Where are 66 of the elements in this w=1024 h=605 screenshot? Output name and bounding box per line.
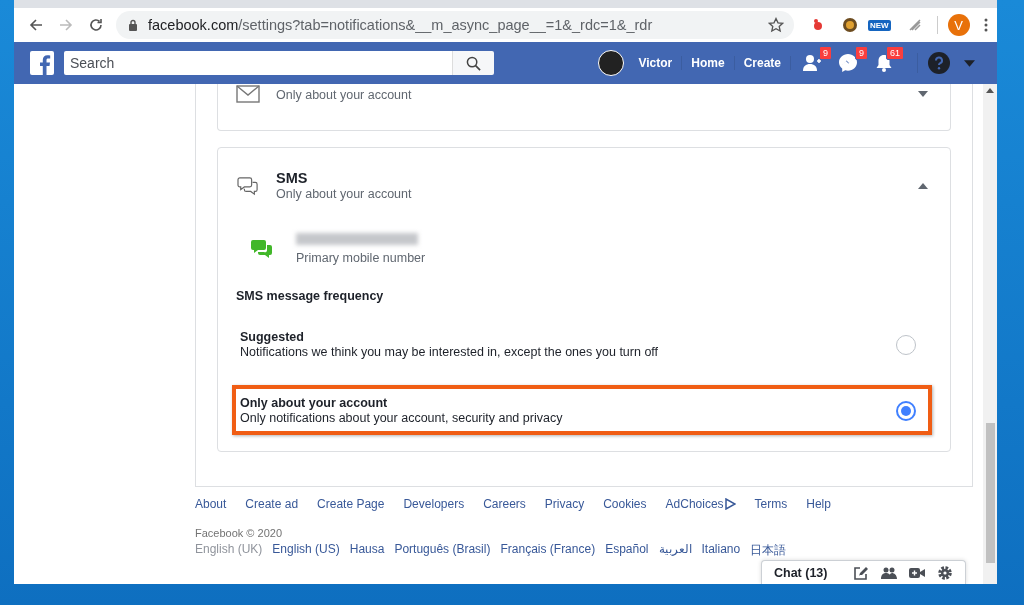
help-icon[interactable] (928, 52, 950, 74)
language-link[interactable]: 日本語 (750, 542, 787, 559)
nav-link[interactable]: Home (682, 56, 735, 70)
footer-link[interactable]: About (195, 497, 227, 511)
scroll-up-icon[interactable] (986, 88, 994, 93)
expand-caret-icon[interactable] (918, 91, 928, 97)
collapse-caret-icon[interactable] (918, 182, 928, 189)
footer-link[interactable]: Create Page (317, 497, 385, 511)
notification-badge: 61 (886, 46, 904, 60)
reload-icon[interactable] (88, 17, 104, 33)
search-field[interactable]: Search (64, 51, 452, 75)
footer-link[interactable]: Privacy (544, 497, 585, 511)
footer-link[interactable]: Terms (754, 497, 788, 511)
footer-link[interactable]: Cookies (603, 497, 647, 511)
highlighted-option[interactable]: Only about your account Only notifications about your account, security and privacy (232, 385, 932, 435)
section-heading: SMS message frequency (236, 289, 385, 303)
language-link[interactable]: Português (Brasil) (394, 542, 491, 559)
lock-icon (128, 19, 138, 31)
card-subtitle: Only about your account (276, 87, 413, 102)
footer-link[interactable]: AdChoices (665, 497, 736, 511)
language-link[interactable]: العربية (658, 542, 692, 559)
radio-button[interactable] (896, 400, 916, 421)
address-bar[interactable]: facebook.com/settings?tab=notifications&__m_async_page__=1&_rdc=1&_rdr (116, 11, 794, 39)
scrollbar-thumb[interactable] (985, 423, 995, 563)
notification-badge: 9 (855, 46, 868, 60)
notification-badge: 9 (819, 46, 832, 60)
chat-bubbles-icon (236, 175, 260, 196)
nav-link[interactable]: Create (734, 56, 791, 70)
option-title: Suggested (240, 330, 305, 344)
messenger-icon[interactable] (837, 53, 859, 73)
compose-icon[interactable] (853, 564, 869, 581)
language-link[interactable]: Italiano (701, 542, 741, 559)
option-description: Notifications we think you may be interested in, except the ones you turn off (240, 345, 660, 359)
extension-new-badge[interactable]: NEW (868, 19, 891, 31)
search-icon (466, 55, 481, 71)
chat-label: Chat (13) (774, 565, 828, 580)
logo-icon[interactable] (30, 51, 54, 75)
footer-link[interactable]: Developers (403, 497, 465, 511)
caret-icon[interactable] (964, 59, 975, 67)
card-subtitle: Only about your account (276, 187, 413, 201)
friends-icon[interactable] (801, 53, 823, 73)
option-row[interactable]: Suggested Notifications we think you may be interested in, except the ones you turn off (232, 319, 932, 369)
option-title: Only about your account (240, 396, 389, 410)
language-link[interactable]: Hausa (349, 542, 385, 559)
option-description: Only notifications about your account, security and privacy (240, 411, 564, 425)
adchoices-icon (723, 498, 736, 510)
settings-icon[interactable] (937, 564, 953, 581)
chat-bar[interactable]: Chat (13) (761, 560, 966, 584)
phone-caption: Primary mobile number (296, 251, 426, 265)
profile-link[interactable]: Victor (629, 56, 683, 70)
card-title: SMS (276, 170, 309, 186)
extension-icon[interactable] (842, 17, 858, 33)
envelope-icon (236, 84, 260, 104)
back-icon[interactable] (28, 17, 44, 33)
footer-link[interactable]: Create ad (245, 497, 299, 511)
copyright-text: Facebook © 2020 (195, 527, 283, 539)
footer-link[interactable]: Help (806, 497, 831, 511)
search-button[interactable] (452, 51, 494, 75)
menu-icon[interactable] (983, 17, 988, 33)
language-link[interactable]: Español (605, 542, 649, 559)
star-icon[interactable] (768, 17, 784, 33)
footer-link[interactable]: Careers (483, 497, 526, 511)
language-link[interactable]: Français (France) (500, 542, 596, 559)
user-avatar[interactable] (597, 50, 624, 76)
language-link[interactable]: English (US) (272, 542, 340, 559)
message-bubbles-icon (250, 239, 274, 259)
